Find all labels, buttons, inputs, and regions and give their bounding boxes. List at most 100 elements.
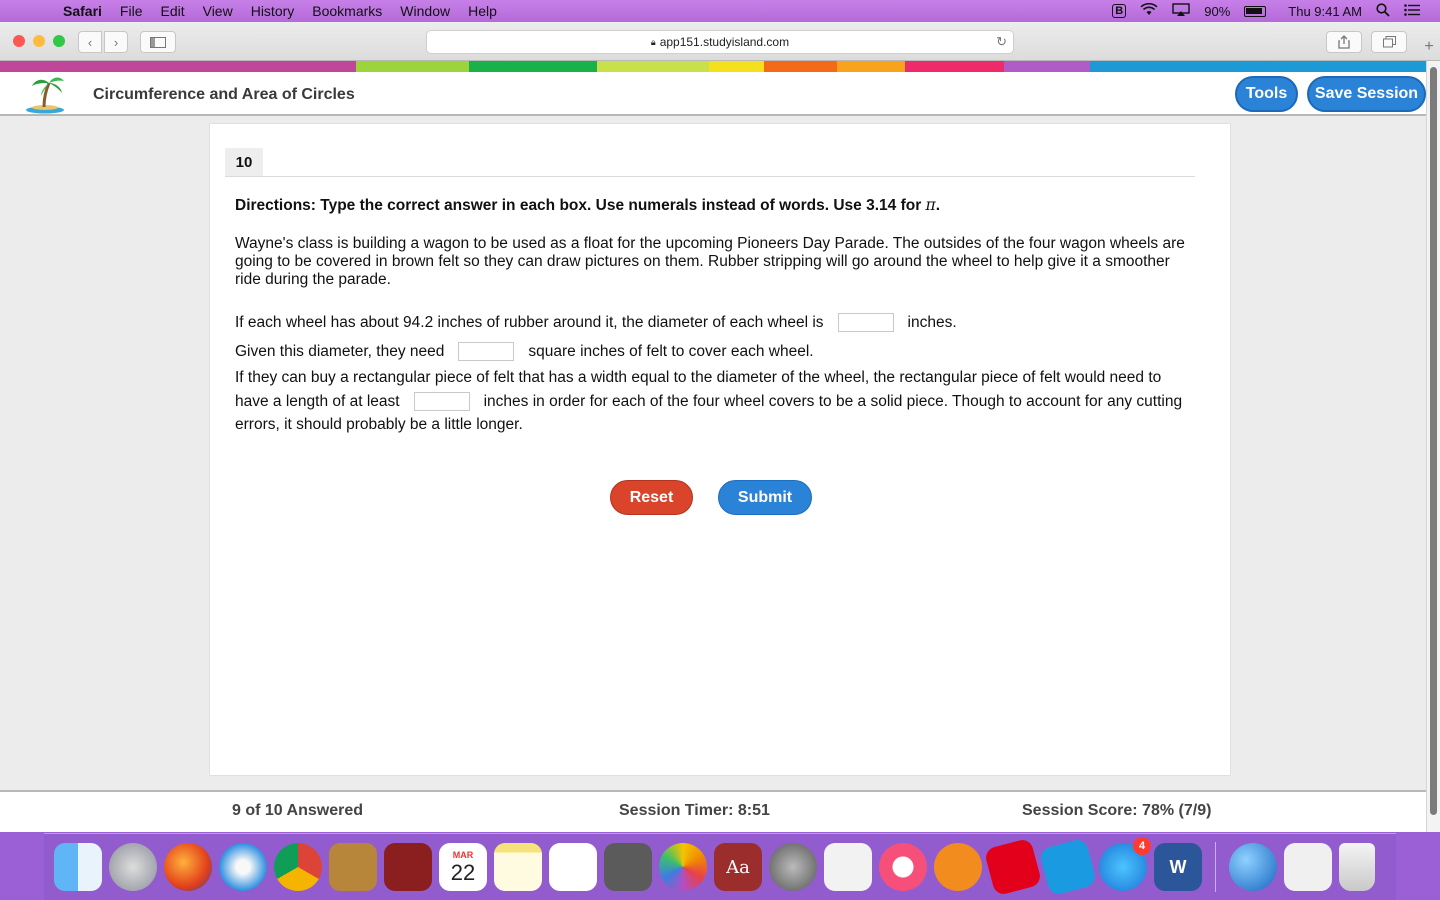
- share-button[interactable]: [1326, 31, 1362, 53]
- line2-before: Given this diameter, they need: [235, 342, 445, 360]
- browser-toolbar: ‹ › 🔒︎ app151.studyisland.com ↻: [0, 22, 1440, 61]
- calendar-icon[interactable]: MAR 22: [439, 843, 487, 891]
- app-store-badge: 4: [1133, 837, 1151, 855]
- submit-button[interactable]: Submit: [718, 480, 812, 515]
- firefox-icon[interactable]: [164, 843, 212, 891]
- photos-icon[interactable]: [659, 843, 707, 891]
- status-area: B 90% Thu 9:41 AM: [1112, 0, 1440, 22]
- itunes-icon[interactable]: [879, 843, 927, 891]
- save-session-button[interactable]: Save Session: [1307, 76, 1426, 112]
- launchpad-icon[interactable]: [109, 843, 157, 891]
- stripe-segment: [764, 61, 837, 72]
- roblox-studio-icon[interactable]: [1038, 837, 1098, 897]
- dock-separator: [1215, 842, 1216, 892]
- diameter-answer-input[interactable]: [837, 313, 894, 332]
- roblox-icon[interactable]: [983, 837, 1043, 897]
- reminders-icon[interactable]: [549, 843, 597, 891]
- show-tabs-button[interactable]: [1371, 31, 1407, 53]
- menu-file[interactable]: File: [111, 3, 152, 19]
- answered-count: 9 of 10 Answered: [232, 802, 364, 819]
- reload-icon[interactable]: ↻: [996, 34, 1007, 50]
- wifi-icon[interactable]: [1140, 3, 1158, 19]
- sidebar-icon: [150, 36, 166, 48]
- scrollbar[interactable]: [1426, 61, 1440, 832]
- line1-after: inches.: [907, 313, 957, 331]
- screenshot-folder-icon[interactable]: [1284, 843, 1332, 891]
- ibooks-icon[interactable]: [934, 843, 982, 891]
- notification-center-icon[interactable]: [1404, 3, 1420, 19]
- contacts-icon[interactable]: [329, 843, 377, 891]
- system-preferences-icon[interactable]: [769, 843, 817, 891]
- battery-percent: 90%: [1204, 3, 1231, 19]
- new-tab-button[interactable]: +: [1418, 38, 1440, 60]
- app-header: Circumference and Area of Circles Tools …: [0, 72, 1426, 116]
- main-content: 10 Directions: Type the correct answer i…: [0, 116, 1426, 790]
- url-text: app151.studyisland.com: [659, 35, 790, 49]
- menu-window[interactable]: Window: [391, 3, 459, 19]
- menu-app-safari[interactable]: Safari: [54, 3, 111, 19]
- close-window-button[interactable]: [13, 35, 25, 47]
- answer-line-area: Given this diameter, they need square in…: [235, 342, 814, 361]
- airplay-icon[interactable]: [1172, 2, 1190, 20]
- tools-button[interactable]: Tools: [1235, 76, 1298, 112]
- chrome-icon[interactable]: [274, 843, 322, 891]
- trash-icon[interactable]: [1339, 843, 1375, 891]
- question-paragraph: Wayne's class is building a wagon to be …: [235, 235, 1185, 288]
- line2-after: square inches of felt to cover each whee…: [528, 342, 814, 360]
- dictionary-icon[interactable]: Aa: [714, 843, 762, 891]
- menu-help[interactable]: Help: [459, 3, 506, 19]
- photo-booth-icon[interactable]: [384, 843, 432, 891]
- pages-icon[interactable]: [824, 843, 872, 891]
- forward-button[interactable]: ›: [104, 31, 128, 53]
- scrollbar-thumb[interactable]: [1430, 67, 1437, 815]
- directions: Directions: Type the correct answer in e…: [235, 196, 1185, 215]
- extension-icon[interactable]: B: [1112, 4, 1127, 18]
- palm-tree-logo-icon: [26, 77, 64, 114]
- stripe-segment: [837, 61, 905, 72]
- menu-history[interactable]: History: [242, 3, 304, 19]
- address-bar[interactable]: 🔒︎ app151.studyisland.com ↻: [426, 30, 1014, 54]
- stripe-segment: [0, 61, 356, 72]
- battery-icon[interactable]: [1244, 5, 1267, 17]
- app-store-icon[interactable]: 4: [1099, 837, 1151, 891]
- chevron-right-icon: ›: [113, 34, 119, 50]
- stripe-segment: [356, 61, 469, 72]
- spotlight-search-icon[interactable]: [1376, 2, 1390, 20]
- menu-view[interactable]: View: [194, 3, 242, 19]
- globe-icon[interactable]: [1229, 843, 1277, 891]
- reset-label: Reset: [629, 488, 674, 506]
- answer-line-length: If they can buy a rectangular piece of f…: [235, 366, 1195, 437]
- safari-icon[interactable]: [219, 843, 267, 891]
- session-status-bar: 9 of 10 Answered Session Timer: 8:51 Ses…: [0, 790, 1426, 832]
- menu-bookmarks[interactable]: Bookmarks: [303, 3, 391, 19]
- calculator-icon[interactable]: [604, 843, 652, 891]
- stripe-segment: [597, 61, 709, 72]
- divider: [225, 176, 1195, 177]
- plus-icon: +: [1424, 38, 1434, 55]
- minimize-window-button[interactable]: [33, 35, 45, 47]
- stripe-segment: [1090, 61, 1426, 72]
- sidebar-toggle-button[interactable]: [140, 31, 176, 53]
- question-number: 10: [225, 148, 263, 176]
- word-icon[interactable]: W: [1154, 843, 1202, 891]
- reset-button[interactable]: Reset: [610, 480, 693, 515]
- back-button[interactable]: ‹: [78, 31, 102, 53]
- tabs-icon: [1382, 36, 1396, 48]
- length-answer-input[interactable]: [413, 391, 470, 411]
- submit-label: Submit: [737, 488, 793, 506]
- color-stripe: [0, 61, 1426, 72]
- share-icon: [1338, 35, 1350, 49]
- clock[interactable]: Thu 9:41 AM: [1288, 4, 1362, 19]
- session-score: Session Score: 78% (7/9): [1022, 802, 1212, 819]
- stripe-segment: [1004, 61, 1090, 72]
- session-timer: Session Timer: 8:51: [619, 802, 770, 819]
- notes-icon[interactable]: [494, 843, 542, 891]
- menu-edit[interactable]: Edit: [151, 3, 193, 19]
- menu-bar: Safari File Edit View History Bookmarks …: [0, 0, 1440, 22]
- directions-text: Directions: Type the correct answer in e…: [235, 197, 922, 214]
- area-answer-input[interactable]: [458, 342, 515, 361]
- directions-end: .: [935, 197, 941, 214]
- finder-icon[interactable]: [54, 843, 102, 891]
- fullscreen-window-button[interactable]: [53, 35, 65, 47]
- lock-icon: 🔒︎: [650, 36, 656, 47]
